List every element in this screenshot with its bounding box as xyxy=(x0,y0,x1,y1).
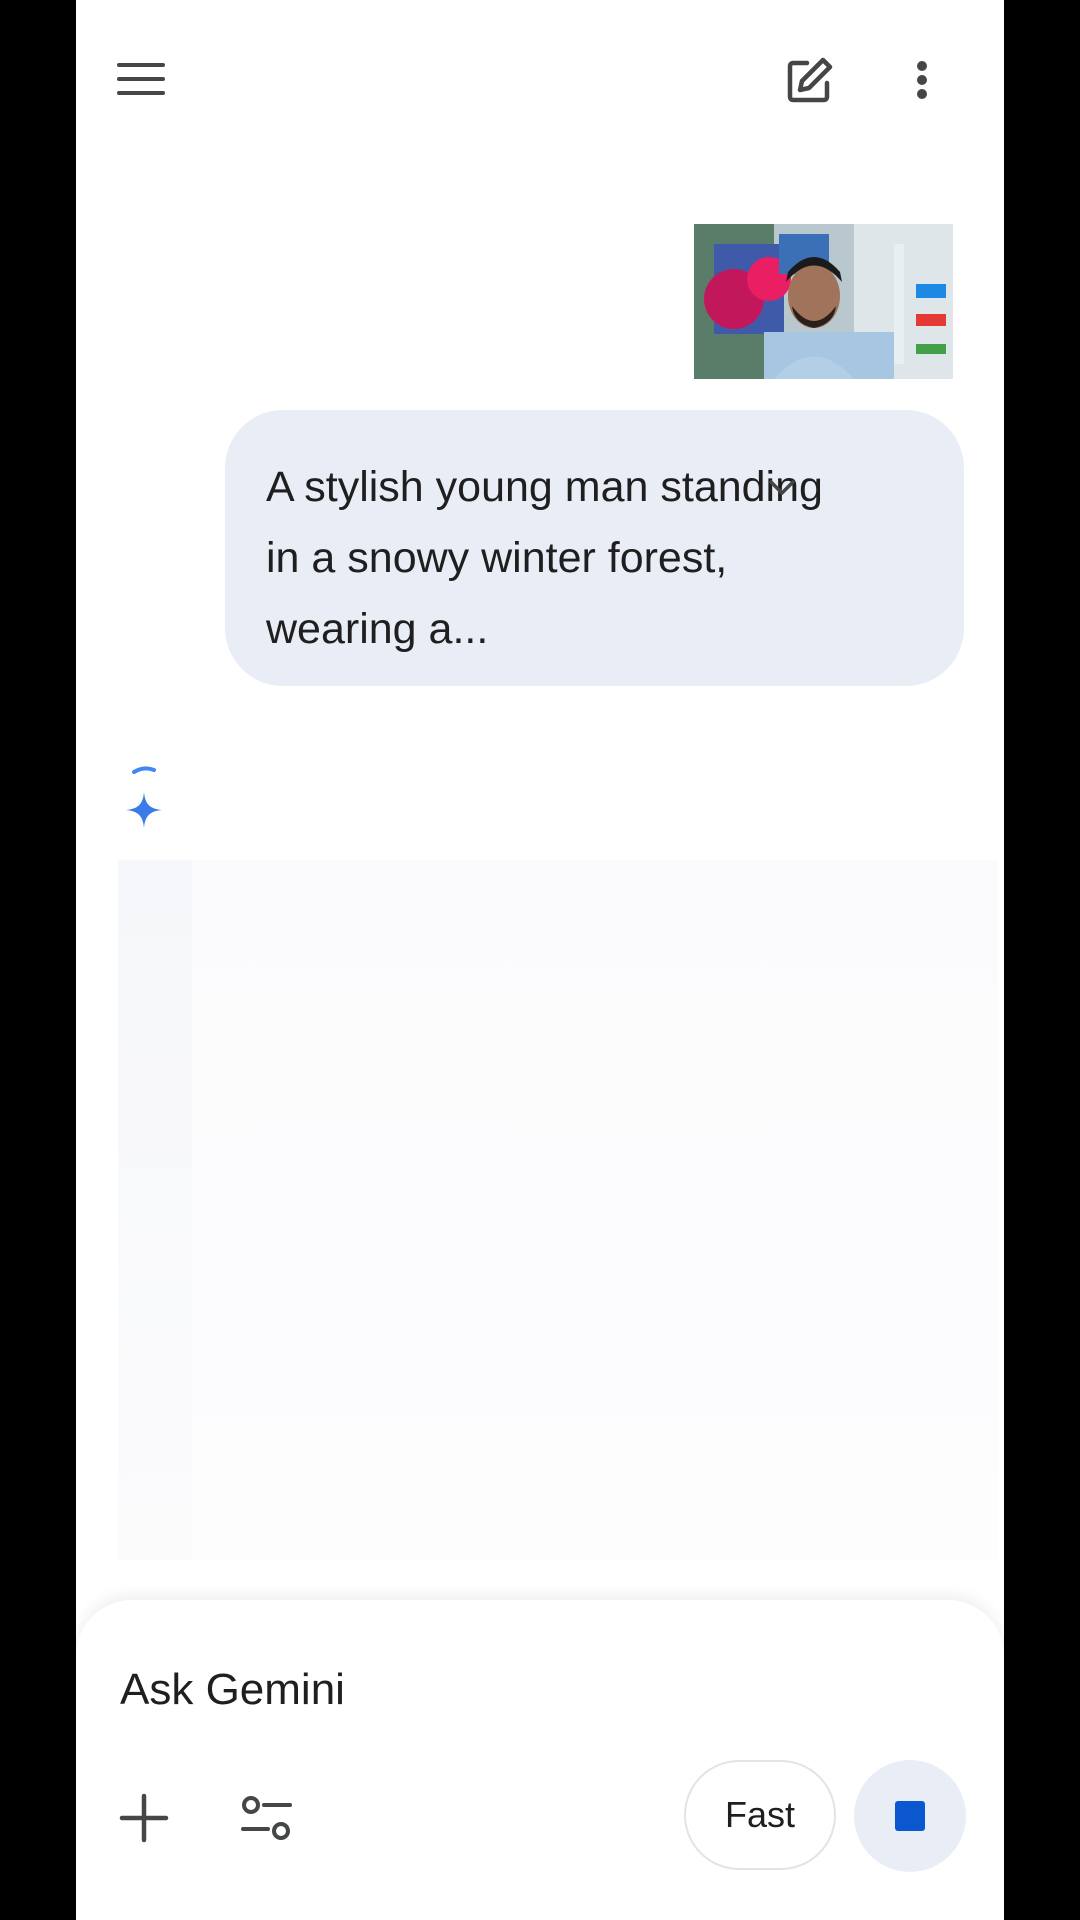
user-prompt-bubble: A stylish young man standing in a snowy … xyxy=(225,410,964,686)
add-attachment-button[interactable] xyxy=(114,1788,174,1848)
letterbox-left xyxy=(0,0,76,1920)
menu-button[interactable] xyxy=(113,55,169,103)
edit-compose-icon xyxy=(787,57,833,103)
tools-button[interactable] xyxy=(236,1788,296,1848)
letterbox-right xyxy=(1004,0,1080,1920)
gemini-app: A stylish young man standing in a snowy … xyxy=(76,0,1004,1920)
composer-panel: Fast xyxy=(76,1600,1004,1920)
stop-icon xyxy=(895,1801,925,1831)
chevron-down-icon xyxy=(769,480,795,495)
attached-photo-thumbnail[interactable] xyxy=(694,224,953,379)
photo-placeholder xyxy=(694,224,953,379)
ask-gemini-input[interactable] xyxy=(120,1660,720,1720)
more-vert-icon xyxy=(917,61,927,99)
tools-icon xyxy=(241,1796,292,1840)
model-mode-button[interactable]: Fast xyxy=(684,1760,836,1870)
model-mode-label: Fast xyxy=(724,1794,795,1835)
more-options-button[interactable] xyxy=(902,50,942,110)
response-loading-shimmer xyxy=(118,860,192,1560)
gemini-spark-icon xyxy=(120,764,176,836)
response-loading-area xyxy=(118,860,998,1560)
new-chat-button[interactable] xyxy=(780,50,840,110)
prompt-text: A stylish young man standing in a snowy … xyxy=(266,463,823,653)
hamburger-menu-icon xyxy=(117,63,165,95)
plus-icon xyxy=(119,1793,169,1843)
stop-generation-button[interactable] xyxy=(854,1760,966,1872)
expand-prompt-button[interactable] xyxy=(760,466,804,510)
